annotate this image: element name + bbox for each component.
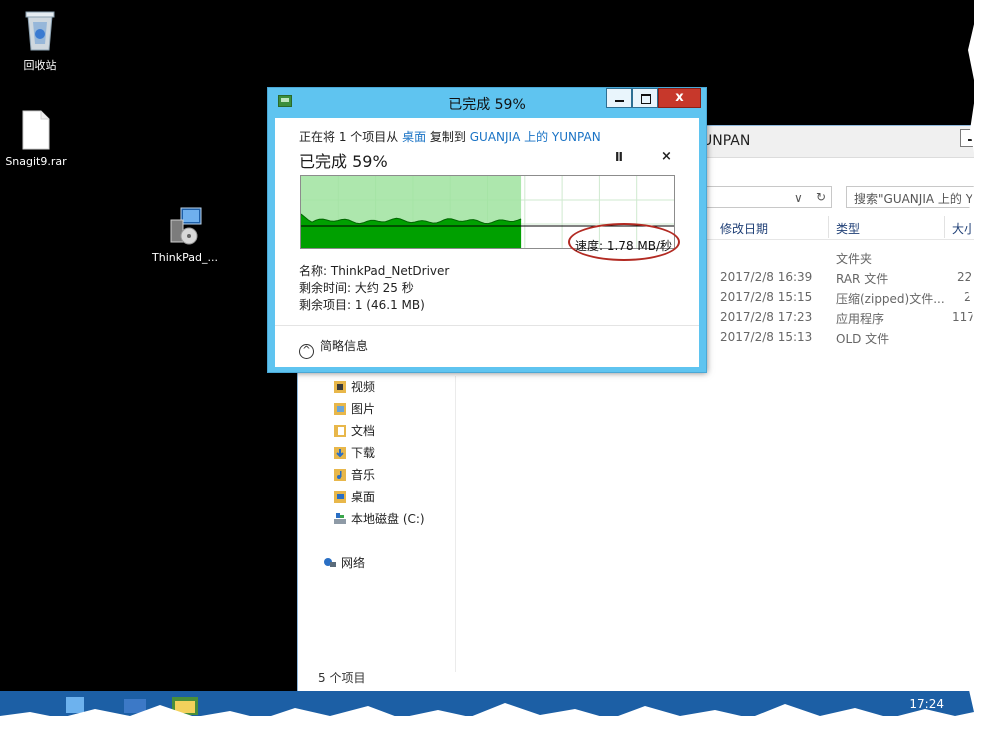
copy-text-mid: 复制到 (426, 130, 470, 144)
file-date: 2017/2/8 15:13 (720, 330, 813, 344)
explorer-title: UNPAN (702, 133, 751, 149)
column-header-type[interactable]: 类型 (836, 220, 860, 237)
file-row[interactable]: 2017/2/8 17:23 应用程序 117, (702, 308, 974, 328)
nav-item-local-disk[interactable]: 本地磁盘 (C:) (334, 510, 425, 530)
desktop-icon-label: ThinkPad_... (152, 251, 218, 264)
column-separator[interactable] (944, 216, 945, 238)
nav-item-label: 下载 (351, 446, 376, 460)
taskbar-clock[interactable]: 17:24 (909, 697, 944, 711)
desktop-icon-recycle-bin[interactable]: 回收站 (0, 8, 80, 73)
powershell-icon[interactable] (120, 695, 150, 716)
copy-description: 正在将 1 个项目从 桌面 复制到 GUANJIA 上的 YUNPAN (299, 128, 601, 145)
desktop-screen: 回收站 Snagit9.rar ThinkPad_... UNPAN ∨ ↻ 搜… (0, 0, 974, 716)
fewer-details-label: 简略信息 (320, 339, 369, 353)
file-explorer-icon[interactable] (170, 695, 200, 716)
file-row[interactable]: 2017/2/8 16:39 RAR 文件 22, (702, 268, 974, 288)
column-headers: 修改日期 类型 大小 (702, 216, 974, 240)
search-input[interactable]: 搜索"GUANJIA 上的 YU (846, 186, 974, 208)
nav-item-pictures[interactable]: 图片 (334, 400, 375, 420)
refresh-icon[interactable]: ↻ (816, 190, 826, 204)
close-button[interactable]: x (658, 88, 701, 108)
nav-item-desktop[interactable]: 桌面 (334, 488, 375, 508)
desktop-icon-thinkpad[interactable]: ThinkPad_... (145, 206, 225, 264)
file-row[interactable]: 2017/2/8 15:15 压缩(zipped)文件... 2, (702, 288, 974, 308)
status-bar-count: 5 个项目 (318, 671, 366, 685)
copy-progress-dialog: 已完成 59% x 正在将 1 个项目从 桌面 复制到 GUANJIA 上的 Y… (267, 87, 707, 373)
file-list: 文件夹 2017/2/8 16:39 RAR 文件 22, 2017/2/8 1… (702, 248, 974, 348)
file-row[interactable]: 2017/2/8 15:13 OLD 文件 (702, 328, 974, 348)
nav-item-music[interactable]: 音乐 (334, 466, 375, 486)
nav-item-network[interactable]: 网络 (324, 554, 365, 574)
progress-percent: 已完成 59% (299, 152, 388, 171)
pause-button[interactable]: II (615, 150, 623, 164)
pictures-folder-icon (334, 403, 346, 415)
explorer-minimize-button[interactable] (960, 129, 974, 147)
maximize-button[interactable] (632, 88, 658, 108)
divider (275, 325, 699, 326)
nav-item-label: 图片 (351, 402, 376, 416)
column-header-date[interactable]: 修改日期 (720, 220, 768, 237)
time-remaining: 剩余时间: 大约 25 秒 (299, 281, 414, 295)
destination-link[interactable]: GUANJIA 上的 YUNPAN (470, 130, 601, 144)
network-icon (324, 558, 336, 567)
nav-item-label: 桌面 (351, 490, 376, 504)
chevron-up-icon: ^ (299, 344, 314, 359)
column-separator[interactable] (828, 216, 829, 238)
copy-text-prefix: 正在将 1 个项目从 (299, 130, 403, 144)
nav-item-videos[interactable]: 视频 (334, 378, 375, 398)
file-type: RAR 文件 (836, 272, 889, 286)
nav-item-label: 音乐 (351, 468, 376, 482)
file-date: 2017/2/8 16:39 (720, 270, 813, 284)
desktop-icon-snagit-rar[interactable]: Snagit9.rar (0, 110, 76, 168)
column-header-size[interactable]: 大小 (952, 220, 974, 237)
server-manager-icon[interactable] (60, 695, 90, 716)
nav-item-label: 本地磁盘 (C:) (351, 512, 425, 526)
downloads-folder-icon (334, 447, 346, 459)
local-disk-icon (334, 513, 346, 524)
items-remaining: 剩余项目: 1 (46.1 MB) (299, 298, 425, 312)
file-type: 压缩(zipped)文件... (836, 292, 945, 306)
desktop-folder-icon (334, 491, 346, 503)
file-type: 应用程序 (836, 312, 885, 326)
nav-item-label: 视频 (351, 380, 376, 394)
videos-folder-icon (334, 381, 346, 393)
source-link[interactable]: 桌面 (402, 130, 426, 144)
fewer-details-button[interactable]: ^ 简略信息 (299, 337, 368, 359)
file-icon (22, 110, 50, 150)
file-row[interactable]: 文件夹 (702, 248, 974, 268)
navigation-pane: 视频 图片 文档 下载 音乐 桌面 本地磁盘 (C:) 网络 (298, 376, 456, 672)
file-date: 2017/2/8 15:15 (720, 290, 813, 304)
address-bar[interactable]: ∨ ↻ (702, 186, 832, 208)
file-type: OLD 文件 (836, 332, 890, 346)
desktop-icon-label: Snagit9.rar (5, 155, 67, 168)
transfer-speed: 速度: 1.78 MB/秒 (575, 239, 673, 253)
nav-item-label: 网络 (341, 556, 366, 570)
file-type: 文件夹 (836, 252, 873, 266)
file-size: 117, (952, 310, 974, 324)
recycle-bin-icon (25, 11, 55, 51)
cancel-button[interactable]: × (661, 149, 672, 164)
file-size: 22, (957, 270, 974, 284)
file-name: 名称: ThinkPad_NetDriver (299, 264, 450, 278)
chevron-down-icon[interactable]: ∨ (794, 191, 803, 205)
dialog-titlebar[interactable]: 已完成 59% x (268, 88, 706, 116)
file-date: 2017/2/8 17:23 (720, 310, 813, 324)
minimize-button[interactable] (606, 88, 632, 108)
installer-icon (170, 207, 202, 245)
desktop-icon-label: 回收站 (23, 59, 57, 72)
music-folder-icon (334, 469, 346, 481)
nav-item-label: 文档 (351, 424, 376, 438)
nav-item-downloads[interactable]: 下载 (334, 444, 375, 464)
documents-folder-icon (334, 425, 346, 437)
taskbar: 17:24 (0, 691, 974, 716)
file-size: 2, (964, 290, 974, 304)
nav-item-documents[interactable]: 文档 (334, 422, 375, 442)
dialog-body: 正在将 1 个项目从 桌面 复制到 GUANJIA 上的 YUNPAN 已完成 … (275, 118, 699, 367)
